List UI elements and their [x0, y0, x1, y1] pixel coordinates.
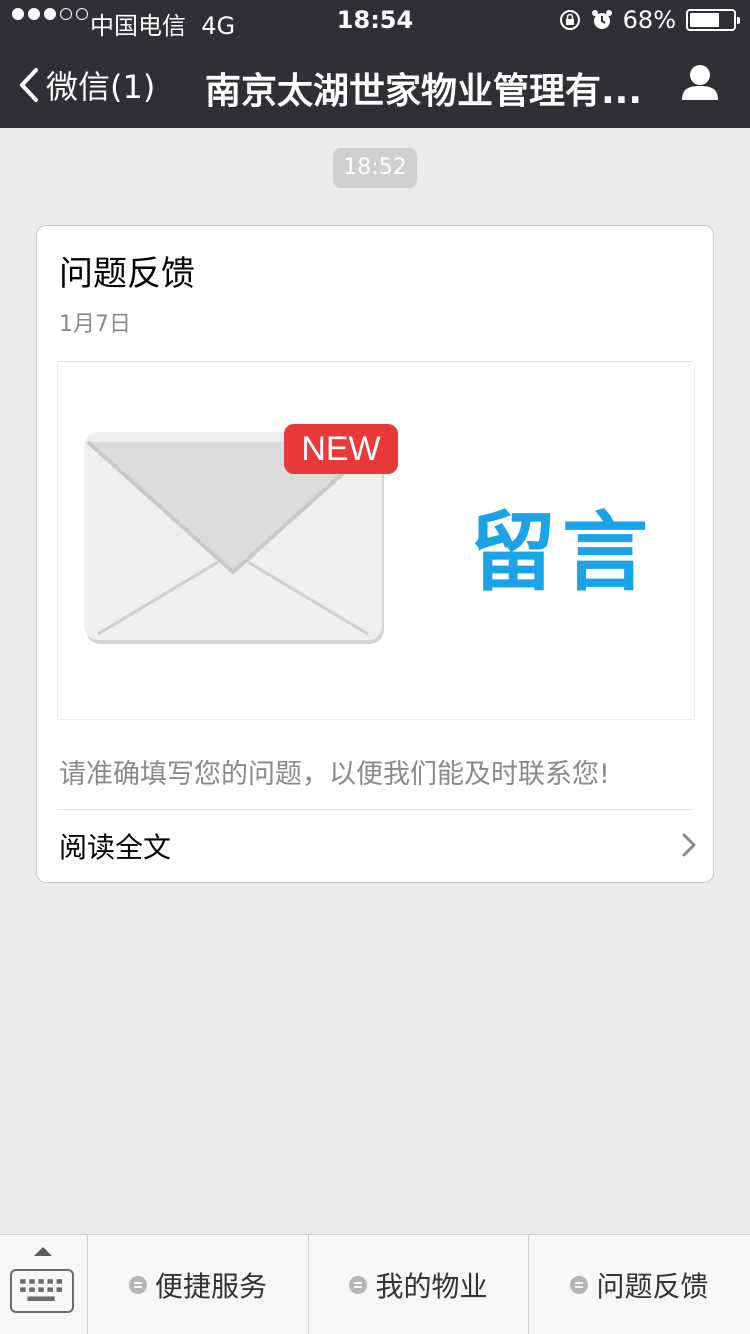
article-title: 问题反馈: [59, 254, 195, 294]
menu-icon: [128, 1276, 147, 1294]
keyboard-toggle-button[interactable]: [0, 1235, 88, 1334]
article-cover-image[interactable]: NEW 留言: [57, 362, 695, 720]
menu-item-label: 我的物业: [375, 1270, 488, 1303]
chevron-right-icon: [682, 833, 696, 857]
user-icon[interactable]: [680, 62, 720, 102]
read-full-article-link[interactable]: 阅读全文: [37, 810, 715, 882]
battery-percent: 68%: [622, 6, 676, 34]
bottom-menu-bar: 便捷服务 我的物业 问题反馈: [0, 1234, 750, 1334]
menu-item-label: 问题反馈: [596, 1270, 709, 1303]
menu-item-feedback[interactable]: 问题反馈: [529, 1235, 750, 1334]
alarm-icon: [591, 10, 612, 29]
chat-title: 南京太湖世家物业管理有...: [205, 71, 643, 112]
article-date: 1月7日: [59, 312, 131, 337]
menu-item-my-property[interactable]: 我的物业: [309, 1235, 529, 1334]
new-badge-label: NEW: [301, 430, 380, 468]
top-bar: 中国电信 4G 18:54 68% 微信(1) 南京太湖世家物业管理有...: [0, 0, 750, 128]
arrow-up-icon: [34, 1247, 52, 1256]
status-bar: 中国电信 4G 18:54 68%: [0, 0, 750, 40]
article-description: 请准确填写您的问题，以便我们能及时联系您!: [59, 759, 610, 790]
battery-icon: [686, 9, 740, 31]
menu-icon: [570, 1276, 589, 1294]
back-button[interactable]: 微信(1): [18, 62, 155, 108]
navigation-bar: 微信(1) 南京太湖世家物业管理有...: [0, 40, 750, 128]
read-more-label: 阅读全文: [59, 831, 172, 864]
chevron-left-icon: [20, 68, 38, 102]
keyboard-icon: [10, 1269, 74, 1313]
menu-icon: [349, 1276, 368, 1294]
rotation-lock-icon: [559, 10, 580, 30]
menu-item-convenient-service[interactable]: 便捷服务: [88, 1235, 309, 1334]
article-card[interactable]: 问题反馈 1月7日 NEW 留言 请准确填写您的问题，以便我们能及时联系您! 阅…: [36, 225, 714, 883]
back-label: 微信(1): [46, 68, 156, 106]
menu-item-label: 便捷服务: [154, 1270, 267, 1303]
message-timestamp: 18:52: [333, 148, 417, 188]
cover-text: 留言: [470, 503, 654, 603]
